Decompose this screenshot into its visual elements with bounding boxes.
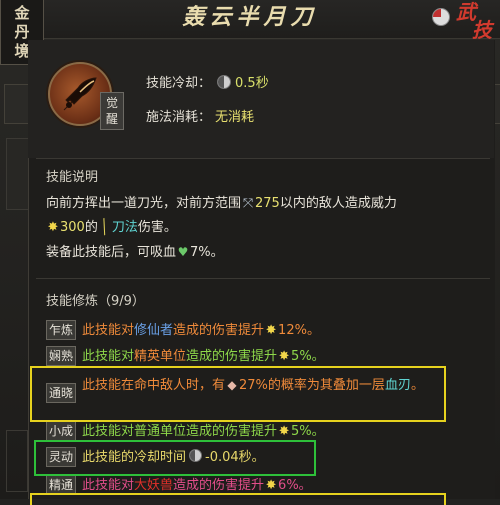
training-target: 修仙者 <box>134 323 174 338</box>
training-text-part: 。 <box>410 378 424 393</box>
probability-icon: ◆ <box>227 378 237 392</box>
power-value: 300 <box>60 220 85 235</box>
training-row: 精通 此技能对大妖兽造成的伤害提升 ✸ 6%。 <box>46 475 486 497</box>
awaken-char: 醒 <box>105 112 118 126</box>
description-text: 以内的敌人造成威力 <box>279 196 397 211</box>
training-target: 大妖兽 <box>134 478 174 493</box>
training-row: 灵动 此技能的冷却时间 -0.04秒。 <box>46 447 486 469</box>
power-icon: ✸ <box>47 220 59 235</box>
training-tag: 通晓 <box>46 383 76 403</box>
training-target: 精英单位 <box>134 349 187 364</box>
training-tag: 小成 <box>46 421 76 441</box>
skill-title: 轰云半月刀 <box>182 4 318 30</box>
training-text-part: 。 <box>311 424 325 439</box>
power-icon: ✸ <box>278 349 290 364</box>
training-tag: 精通 <box>46 475 76 495</box>
clock-icon <box>189 449 203 462</box>
blade-type-icon: ╱ <box>97 219 112 237</box>
training-row: 小成 此技能对普通单位造成的伤害提升 ✸ 5%。 <box>46 421 486 443</box>
training-value: 6% <box>278 478 299 493</box>
training-text-part: 。 <box>251 450 265 465</box>
description-line: ✸ 300的╱刀法伤害。 <box>46 216 486 240</box>
cost-row: 施法消耗： 无消耗 <box>146 106 254 125</box>
cooldown-row: 技能冷却： 0.5秒 <box>146 72 269 91</box>
power-icon: ✸ <box>265 323 277 338</box>
gauge-icon <box>432 8 450 26</box>
training-text-part: 此技能在命中敌人时，有 <box>82 378 226 393</box>
range-value: 275 <box>255 196 280 211</box>
training-text: 此技能对大妖兽造成的伤害提升 ✸ 6%。 <box>82 475 312 497</box>
martial-skill-badge: 武 技 <box>452 0 500 42</box>
awaken-char: 觉 <box>105 96 118 110</box>
training-text-part: 此技能对 <box>82 349 135 364</box>
training-target: 血刃 <box>384 378 411 393</box>
cooldown-label: 技能冷却： <box>146 76 212 91</box>
lifesteal-icon: ♥ <box>177 245 189 259</box>
description-line: 向前方挥出一道刀光，对前方范围 ⤧ 275以内的敌人造成威力 <box>46 192 486 216</box>
lifesteal-value: 7% <box>190 245 211 260</box>
cost-value: 无消耗 <box>215 110 255 125</box>
training-text-part: 造成的伤害提升 <box>186 349 278 364</box>
training-text: 此技能对修仙者造成的伤害提升 ✸ 12%。 <box>82 320 320 342</box>
training-value: 5% <box>291 424 312 439</box>
training-value: 12% <box>278 323 307 338</box>
training-tag: 乍炼 <box>46 320 76 340</box>
training-row: 乍炼 此技能对修仙者造成的伤害提升 ✸ 12%。 <box>46 320 486 342</box>
training-text: 此技能对普通单位造成的伤害提升 ✸ 5%。 <box>82 421 325 443</box>
training-text-part: 造成的伤害提升 <box>173 323 265 338</box>
range-icon: ⤧ <box>242 196 254 211</box>
background-card <box>6 430 28 492</box>
training-text: 此技能对精英单位造成的伤害提升 ✸ 5%。 <box>82 346 325 368</box>
section-divider <box>36 158 490 159</box>
training-text-part: 此技能对普通单位造成的伤害提升 <box>82 424 278 439</box>
description-text: 伤害。 <box>137 220 177 235</box>
training-text-part: 造成的伤害提升 <box>173 478 265 493</box>
realm-char: 金 <box>14 3 30 22</box>
training-value: 5% <box>291 349 312 364</box>
training-text-part: 。 <box>298 478 312 493</box>
skill-description: 向前方挥出一道刀光，对前方范围 ⤧ 275以内的敌人造成威力 ✸ 300的╱刀法伤害。… <box>46 192 486 265</box>
training-text-part: 。 <box>311 349 325 364</box>
description-line: 装备此技能后，可吸血 ♥ 7%。 <box>46 240 486 265</box>
description-title: 技能说明 <box>46 170 99 185</box>
cost-label: 施法消耗： <box>146 110 212 125</box>
badge-char: 技 <box>472 18 492 42</box>
training-text-part: 。 <box>306 323 320 338</box>
clock-icon <box>217 74 232 89</box>
training-value: -0.04秒 <box>205 450 252 465</box>
description-text: 。 <box>210 245 224 260</box>
description-text: 装备此技能后，可吸血 <box>46 245 177 260</box>
training-title: 技能修炼（9/9） <box>46 294 145 309</box>
training-text-part: 此技能对 <box>82 323 135 338</box>
power-icon: ✸ <box>265 478 277 493</box>
cooldown-value: 0.5秒 <box>235 76 269 91</box>
training-text-part: 此技能的冷却时间 <box>82 450 187 465</box>
training-row: 通晓 此技能在命中敌人时，有 ◆ 27%的概率为其叠加一层血刃。 <box>46 374 486 403</box>
training-tag: 娴熟 <box>46 346 76 366</box>
description-text: 向前方挥出一道刀光，对前方范围 <box>46 196 242 211</box>
power-icon: ✸ <box>278 424 290 439</box>
training-row: 娴熟 此技能对精英单位造成的伤害提升 ✸ 5%。 <box>46 346 486 368</box>
training-value: 27% <box>239 378 268 393</box>
awaken-badge: 觉 醒 <box>100 92 124 130</box>
training-text: 此技能的冷却时间 -0.04秒。 <box>82 447 265 469</box>
training-text-part: 的概率为其叠加一层 <box>267 378 385 393</box>
training-text: 此技能在命中敌人时，有 ◆ 27%的概率为其叠加一层血刃。 <box>82 374 442 397</box>
blade-icon <box>63 77 97 111</box>
section-divider <box>36 278 490 279</box>
training-text-part: 此技能对 <box>82 478 135 493</box>
realm-char: 丹 <box>14 22 30 41</box>
training-tag: 灵动 <box>46 447 76 467</box>
